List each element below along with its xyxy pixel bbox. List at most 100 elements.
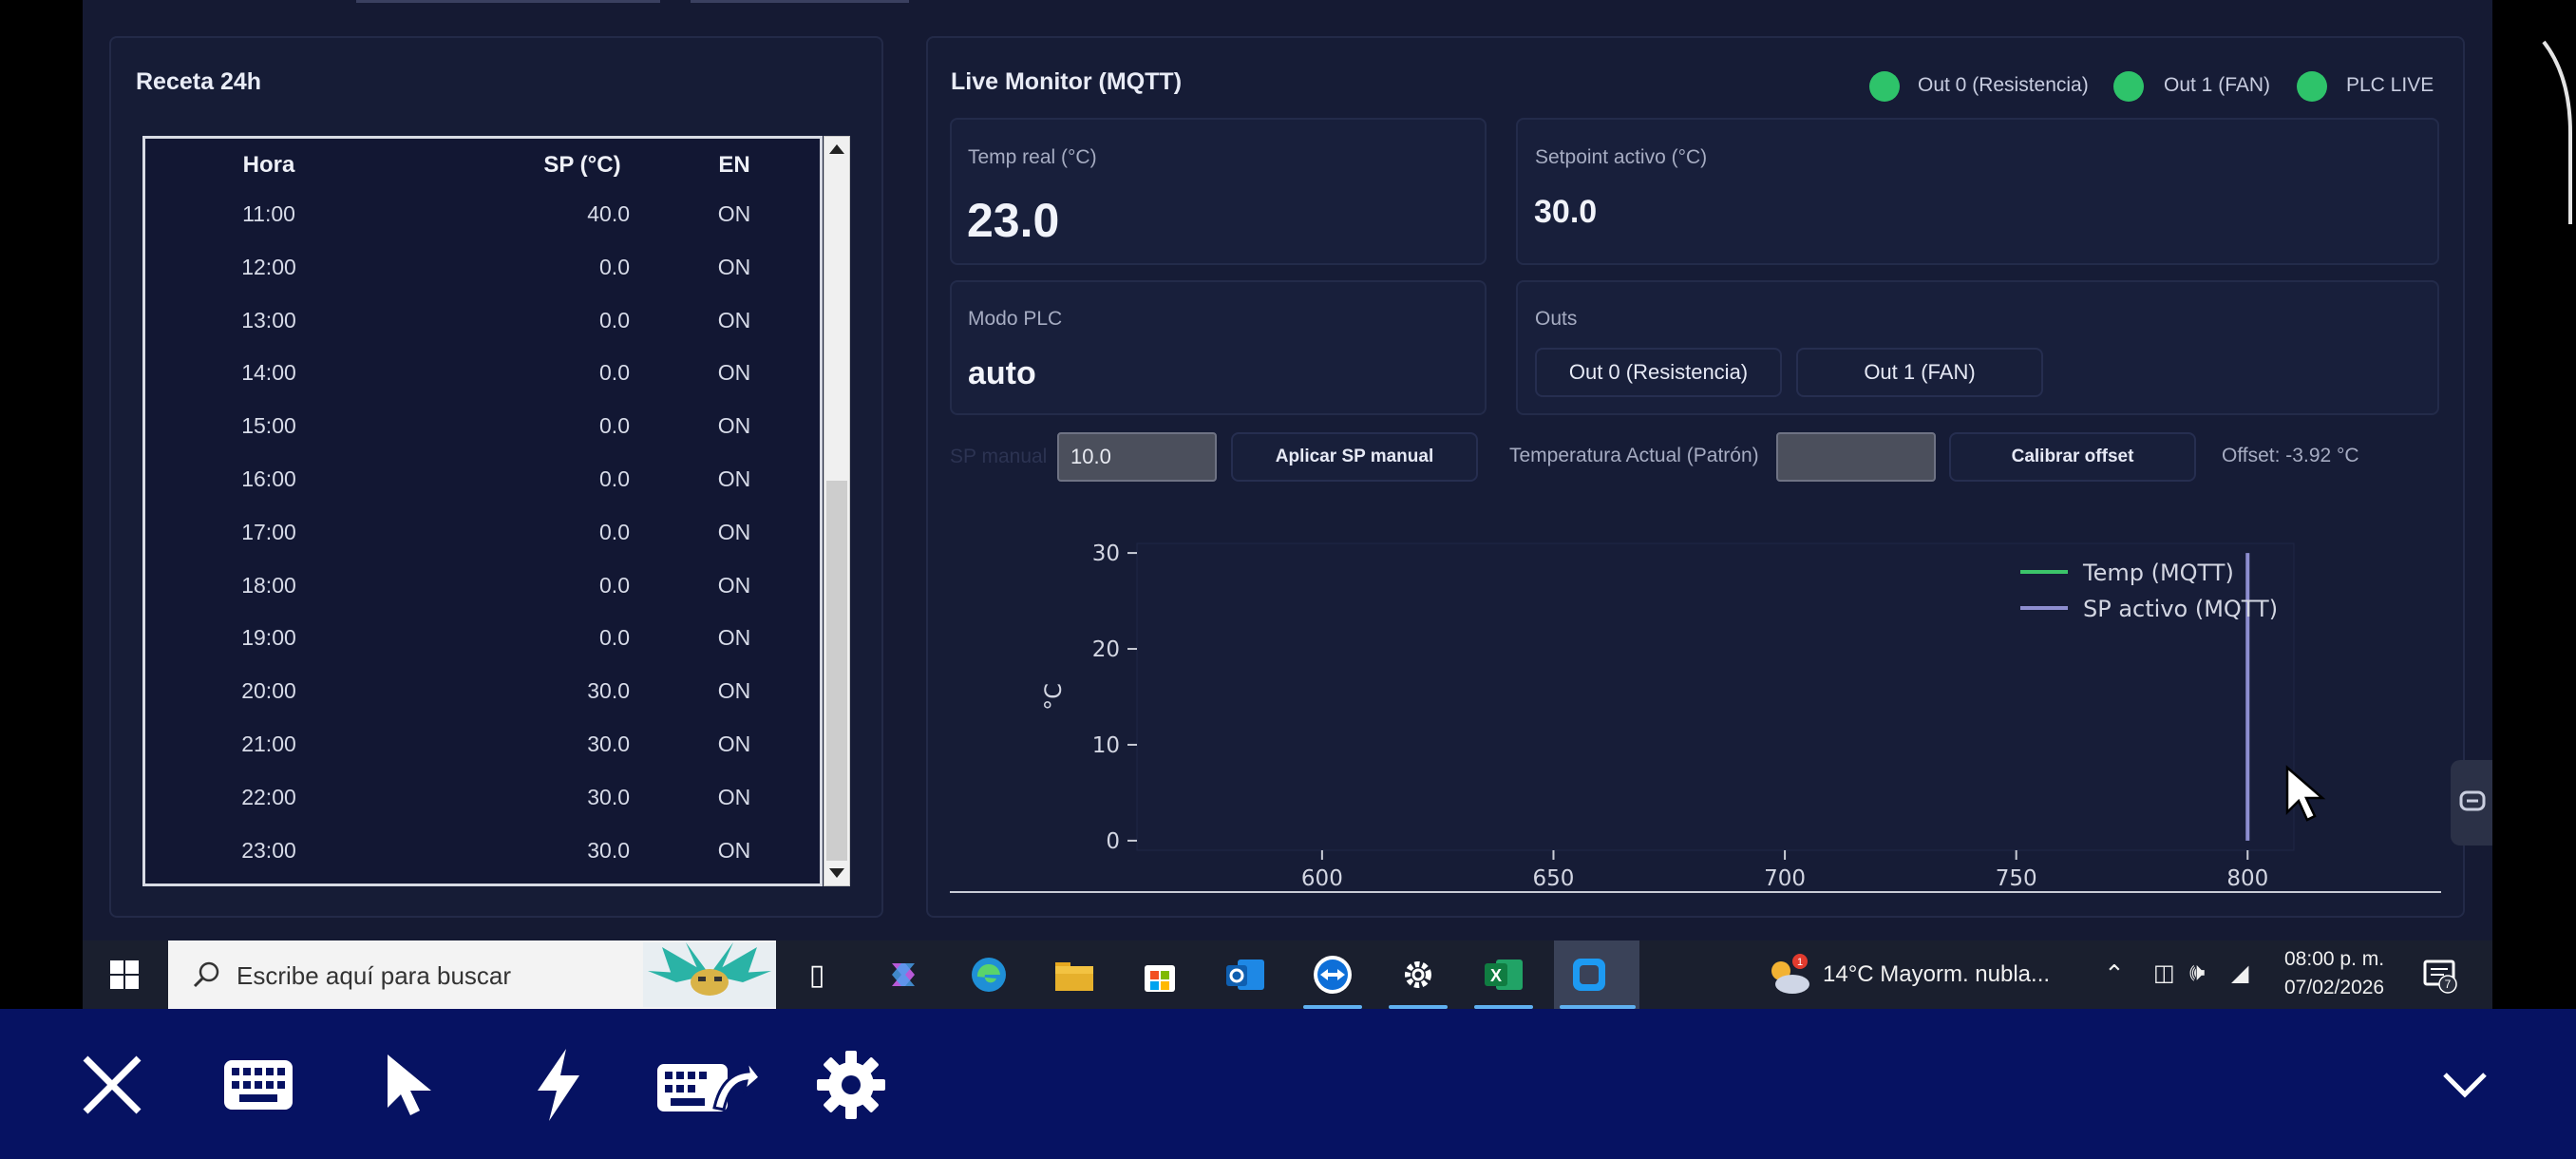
mouse-cursor-icon: [2285, 765, 2326, 822]
clock-time[interactable]: 08:00 p. m.: [2284, 948, 2384, 971]
meet-icon[interactable]: ◫: [2153, 960, 2175, 987]
table-row[interactable]: 18:00 0.0 ON: [145, 572, 820, 626]
x-tick-label: 700: [1764, 866, 1806, 891]
chevron-down-icon[interactable]: [2427, 1047, 2503, 1123]
col-hora[interactable]: Hora: [202, 152, 335, 179]
search-icon: [193, 961, 219, 988]
svg-text:7: 7: [2445, 978, 2452, 991]
lightning-icon[interactable]: [521, 1047, 597, 1123]
table-row[interactable]: 17:00 0.0 ON: [145, 520, 820, 573]
outs-label: Outs: [1535, 308, 1578, 330]
cell-en: ON: [717, 732, 751, 756]
file-explorer-icon[interactable]: [1050, 950, 1099, 999]
cell-en: ON: [717, 784, 751, 809]
table-row[interactable]: 23:00 30.0 ON: [145, 837, 820, 884]
modo-value: auto: [968, 355, 1036, 391]
cell-en: ON: [717, 837, 751, 863]
table-row[interactable]: 21:00 30.0 ON: [145, 732, 820, 785]
modo-label: Modo PLC: [968, 308, 1063, 330]
pointer-icon[interactable]: [370, 1047, 446, 1123]
y-tick-label: 10: [1092, 733, 1120, 758]
clock-date[interactable]: 07/02/2026: [2284, 977, 2384, 999]
volume-icon[interactable]: 🕪: [2189, 958, 2205, 988]
taskbar-search[interactable]: Escribe aquí para buscar: [168, 940, 776, 1009]
x-tick-label: 750: [1996, 866, 2037, 891]
out1-button[interactable]: Out 1 (FAN): [1796, 348, 2043, 397]
side-handle[interactable]: [2451, 760, 2492, 846]
store-icon[interactable]: [1135, 950, 1184, 999]
windows-start-icon[interactable]: [100, 950, 149, 999]
cell-en: ON: [717, 625, 751, 651]
app-window-icon[interactable]: [1564, 950, 1614, 999]
weather-text[interactable]: 14°C Mayorm. nubla...: [1823, 961, 2050, 988]
y-tick-label: 30: [1092, 542, 1120, 566]
table-scrollbar[interactable]: [824, 136, 850, 886]
taskbar: Escribe aquí para buscar ▯ X 1 14°C Mayo…: [83, 940, 2492, 1009]
cell-hora: 21:00: [241, 732, 296, 756]
weather-icon[interactable]: 1: [1764, 950, 1813, 999]
edge-icon[interactable]: [964, 950, 1013, 999]
close-icon[interactable]: [74, 1047, 150, 1123]
col-sp[interactable]: SP (°C): [487, 152, 677, 179]
tab-indicator[interactable]: [356, 0, 660, 3]
cell-hora: 18:00: [241, 572, 296, 598]
cell-hora: 12:00: [241, 254, 296, 279]
chevron-up-icon[interactable]: ⌃: [2104, 960, 2125, 989]
apply-sp-button[interactable]: Aplicar SP manual: [1231, 432, 1478, 482]
gear-icon[interactable]: [813, 1047, 889, 1123]
wifi-icon[interactable]: ◢: [2231, 960, 2248, 987]
teamviewer-icon[interactable]: [1308, 950, 1357, 999]
setpoint-card: [1516, 118, 2439, 265]
svg-text:1: 1: [1797, 957, 1803, 968]
table-header: Hora SP (°C) EN: [145, 139, 820, 196]
cell-sp: 30.0: [587, 732, 630, 756]
scroll-up-icon[interactable]: [824, 137, 849, 162]
table-row[interactable]: 12:00 0.0 ON: [145, 254, 820, 308]
tab-indicator-2[interactable]: [691, 0, 909, 3]
led-plc-icon: [2297, 71, 2327, 102]
cell-hora: 11:00: [242, 201, 295, 226]
y-tick-label: 20: [1092, 637, 1120, 662]
col-en[interactable]: EN: [677, 152, 791, 179]
monitor-title: Live Monitor (MQTT): [951, 68, 1183, 95]
keyboard-icon[interactable]: [220, 1047, 296, 1123]
cell-en: ON: [717, 360, 751, 386]
cell-sp: 0.0: [599, 572, 630, 598]
cell-sp: 30.0: [587, 837, 630, 863]
table-row[interactable]: 13:00 0.0 ON: [145, 307, 820, 361]
cell-hora: 20:00: [241, 678, 296, 704]
recipe-title: Receta 24h: [136, 68, 262, 95]
calibrate-offset-button[interactable]: Calibrar offset: [1949, 432, 2196, 482]
plot-area: [1136, 542, 2295, 851]
keyboard-send-icon[interactable]: [655, 1047, 760, 1123]
cell-sp: 0.0: [599, 625, 630, 651]
scroll-thumb[interactable]: [826, 481, 847, 861]
table-row[interactable]: 20:00 30.0 ON: [145, 678, 820, 732]
table-row[interactable]: 11:00 40.0 ON: [145, 201, 820, 255]
table-row[interactable]: 22:00 30.0 ON: [145, 784, 820, 838]
table-row[interactable]: 15:00 0.0 ON: [145, 413, 820, 466]
cell-hora: 13:00: [241, 307, 296, 332]
settings-icon[interactable]: [1393, 950, 1443, 999]
sp-manual-input[interactable]: 10.0: [1057, 432, 1217, 482]
out0-button[interactable]: Out 0 (Resistencia): [1535, 348, 1782, 397]
cell-sp: 0.0: [599, 413, 630, 439]
task-view-icon[interactable]: ▯: [792, 950, 842, 999]
table-row[interactable]: 16:00 0.0 ON: [145, 466, 820, 520]
copilot-icon[interactable]: [879, 950, 928, 999]
table-row[interactable]: 19:00 0.0 ON: [145, 625, 820, 678]
table-row[interactable]: 14:00 0.0 ON: [145, 360, 820, 413]
search-highlight-icon: [643, 942, 776, 1007]
excel-icon[interactable]: X: [1479, 950, 1528, 999]
recipe-table[interactable]: Hora SP (°C) EN 11:00 40.0 ON 12:00 0.0 ON 13:…: [142, 136, 823, 886]
led-out1-label: Out 1 (FAN): [2164, 74, 2271, 96]
setpoint-label: Setpoint activo (°C): [1535, 146, 1708, 168]
cell-hora: 14:00: [241, 360, 296, 386]
outlook-icon[interactable]: [1221, 950, 1270, 999]
calibration-input[interactable]: [1776, 432, 1936, 482]
modo-card: [950, 280, 1487, 415]
notifications-icon[interactable]: 7: [2415, 950, 2465, 999]
cell-sp: 30.0: [587, 784, 630, 809]
scroll-down-icon[interactable]: [824, 861, 849, 885]
temp-real-label: Temp real (°C): [968, 146, 1097, 168]
